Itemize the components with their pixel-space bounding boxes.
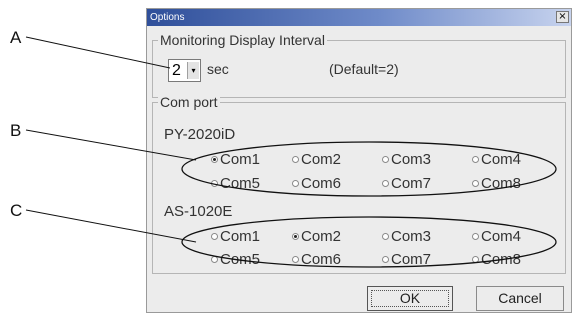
interval-default-note: (Default=2) <box>329 61 399 77</box>
radio-label: Com6 <box>301 251 342 268</box>
radio-button-icon[interactable] <box>211 180 218 187</box>
radio-label: Com4 <box>481 151 522 168</box>
radio-label: Com1 <box>220 228 261 245</box>
radio-button-icon[interactable] <box>292 256 299 263</box>
callout-label-b: B <box>10 121 22 140</box>
radio-label: Com5 <box>220 175 261 192</box>
radio-button-icon[interactable] <box>472 256 479 263</box>
radio-button-icon[interactable] <box>292 180 299 187</box>
radio-button-icon[interactable] <box>472 233 479 240</box>
radio-button-icon[interactable] <box>382 180 389 187</box>
interval-value: 2 <box>172 62 181 79</box>
device-name-as-1020e: AS-1020E <box>164 203 233 220</box>
cancel-button-label: Cancel <box>498 290 542 306</box>
interval-select[interactable]: 2 ▾ <box>168 59 201 82</box>
com-port-legend: Com port <box>158 94 220 110</box>
focus-ring <box>371 290 449 307</box>
cancel-button[interactable]: Cancel <box>476 286 564 311</box>
radio-button-icon[interactable] <box>292 156 299 163</box>
dialog-title: Options <box>150 12 185 23</box>
radio-button-icon[interactable] <box>382 156 389 163</box>
radio-label: Com4 <box>481 228 522 245</box>
com-port-group: Com port PY-2020iD Com1 Com2 Com3 Com4 Com5 C… <box>152 94 566 274</box>
radio-button-icon[interactable] <box>382 256 389 263</box>
device-name-py-2020id: PY-2020iD <box>164 126 236 143</box>
chevron-down-icon[interactable]: ▾ <box>187 62 199 79</box>
radio-label: Com8 <box>481 251 522 268</box>
ok-button[interactable]: OK <box>367 286 453 311</box>
radio-button-icon[interactable] <box>472 180 479 187</box>
radio-button-icon[interactable] <box>211 156 218 163</box>
radio-label: Com6 <box>301 175 342 192</box>
monitoring-interval-legend: Monitoring Display Interval <box>158 32 327 48</box>
monitoring-interval-group: Monitoring Display Interval 2 ▾ sec (Def… <box>152 32 566 98</box>
close-icon[interactable]: × <box>556 11 569 23</box>
radio-label: Com7 <box>391 175 432 192</box>
radio-label: Com8 <box>481 175 522 192</box>
callout-label-c: C <box>10 201 23 220</box>
radio-label: Com5 <box>220 251 261 268</box>
interval-unit-label: sec <box>207 61 229 77</box>
radio-button-icon[interactable] <box>292 233 299 240</box>
radio-button-icon[interactable] <box>382 233 389 240</box>
radio-label: Com3 <box>391 228 432 245</box>
radio-label: Com3 <box>391 151 432 168</box>
radio-button-icon[interactable] <box>472 156 479 163</box>
callout-label-a: A <box>10 28 22 47</box>
radio-label: Com2 <box>301 228 342 245</box>
options-dialog: Options × Monitoring Display Interval 2 … <box>146 8 572 313</box>
radio-label: Com1 <box>220 151 261 168</box>
radio-button-icon[interactable] <box>211 233 218 240</box>
radio-label: Com7 <box>391 251 432 268</box>
radio-button-icon[interactable] <box>211 256 218 263</box>
radio-label: Com2 <box>301 151 342 168</box>
title-bar: Options × <box>147 9 571 26</box>
